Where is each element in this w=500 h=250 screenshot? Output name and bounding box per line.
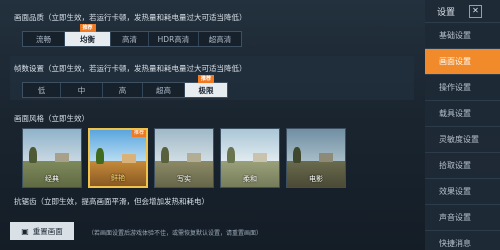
style-option-cinematic[interactable]: 电影 bbox=[286, 128, 346, 188]
quality-option-smooth[interactable]: 流畅 bbox=[23, 32, 65, 46]
tree-icon bbox=[293, 147, 301, 163]
fps-option-high[interactable]: 高 bbox=[103, 83, 143, 97]
graphics-style-title: 画面风格（立即生效） bbox=[14, 114, 89, 123]
tree-icon bbox=[29, 147, 37, 163]
sidebar-header: 设置 ✕ bbox=[425, 0, 500, 22]
reset-graphics-button[interactable]: ▣ 重置画面 bbox=[10, 222, 74, 240]
anti-aliasing-title: 抗锯齿（立即生效，提高画面平滑，但会增加发热和耗电） bbox=[14, 197, 209, 206]
recommended-badge: 推荐 bbox=[197, 75, 215, 83]
fps-option-extreme[interactable]: 极限 推荐 bbox=[185, 75, 227, 97]
tree-icon bbox=[161, 147, 169, 163]
house-icon bbox=[55, 153, 69, 162]
style-option-vivid[interactable]: 推荐 鲜艳 bbox=[88, 128, 148, 188]
sidebar-item-sensitivity[interactable]: 灵敏度设置 bbox=[425, 126, 500, 152]
fps-option-medium[interactable]: 中 bbox=[61, 83, 103, 97]
house-icon bbox=[122, 154, 136, 163]
house-icon bbox=[253, 153, 267, 162]
style-option-cinematic-label: 电影 bbox=[309, 175, 323, 183]
quality-option-balanced-label: 均衡 bbox=[80, 34, 95, 44]
fps-option-ultra[interactable]: 超高 bbox=[143, 83, 185, 97]
settings-panel: 画面品质（立即生效，若运行卡顿，发热量和耗电量过大可适当降低） 流畅 均衡 推荐… bbox=[0, 0, 425, 250]
tree-icon bbox=[96, 148, 104, 164]
settings-sidebar: 设置 ✕ 基础设置 画面设置 操作设置 载具设置 灵敏度设置 拾取设置 效果设置… bbox=[425, 0, 500, 250]
style-option-classic[interactable]: 经典 bbox=[22, 128, 82, 188]
style-option-classic-label: 经典 bbox=[45, 175, 59, 183]
sidebar-item-vehicle[interactable]: 载具设置 bbox=[425, 100, 500, 126]
reset-note: （若画面设置后游戏体验不佳，或需恢复默认设置，请重置画面） bbox=[88, 230, 263, 237]
fps-option-low[interactable]: 低 bbox=[23, 83, 61, 97]
sidebar-item-controls[interactable]: 操作设置 bbox=[425, 74, 500, 100]
frame-rate-title: 帧数设置（立即生效，若运行卡顿，发热量和耗电量过大可适当降低） bbox=[14, 64, 247, 73]
quality-option-balanced[interactable]: 均衡 推荐 bbox=[65, 24, 111, 46]
sidebar-item-pickup[interactable]: 拾取设置 bbox=[425, 152, 500, 178]
house-icon bbox=[187, 153, 201, 162]
recommended-badge: 推荐 bbox=[79, 24, 96, 32]
graphics-quality-selector: 流畅 均衡 推荐 高清 HDR高清 超高清 bbox=[22, 24, 242, 47]
graphics-quality-title: 画面品质（立即生效，若运行卡顿，发热量和耗电量过大可适当降低） bbox=[14, 13, 247, 22]
close-button[interactable]: ✕ bbox=[469, 4, 483, 18]
sidebar-item-graphics[interactable]: 画面设置 bbox=[425, 48, 500, 74]
sidebar-title: 设置 bbox=[437, 7, 456, 18]
sidebar-item-quick-messages[interactable]: 快捷消息 bbox=[425, 230, 500, 250]
style-option-realistic-label: 写实 bbox=[177, 175, 191, 183]
recommended-badge: 推荐 bbox=[131, 130, 146, 137]
frame-rate-selector: 低 中 高 超高 极限 推荐 bbox=[22, 75, 228, 98]
sidebar-item-effects[interactable]: 效果设置 bbox=[425, 178, 500, 204]
sidebar-item-audio[interactable]: 声音设置 bbox=[425, 204, 500, 230]
style-option-vivid-label: 鲜艳 bbox=[111, 174, 125, 182]
sidebar-item-basic[interactable]: 基础设置 bbox=[425, 22, 500, 48]
style-option-soft[interactable]: 柔和 bbox=[220, 128, 280, 188]
fps-option-extreme-label: 极限 bbox=[198, 85, 214, 95]
reset-graphics-label: 重置画面 bbox=[32, 226, 63, 236]
style-option-realistic[interactable]: 写实 bbox=[154, 128, 214, 188]
style-option-soft-label: 柔和 bbox=[243, 175, 257, 183]
quality-option-hd[interactable]: 高清 bbox=[111, 32, 149, 46]
reset-icon: ▣ bbox=[21, 226, 29, 236]
quality-option-ultra-hd[interactable]: 超高清 bbox=[199, 32, 241, 46]
quality-option-hdr[interactable]: HDR高清 bbox=[149, 32, 199, 46]
graphics-style-selector: 经典 推荐 鲜艳 写实 柔和 电影 bbox=[22, 128, 346, 188]
close-icon: ✕ bbox=[472, 6, 479, 15]
tree-icon bbox=[227, 147, 235, 163]
house-icon bbox=[319, 153, 333, 162]
